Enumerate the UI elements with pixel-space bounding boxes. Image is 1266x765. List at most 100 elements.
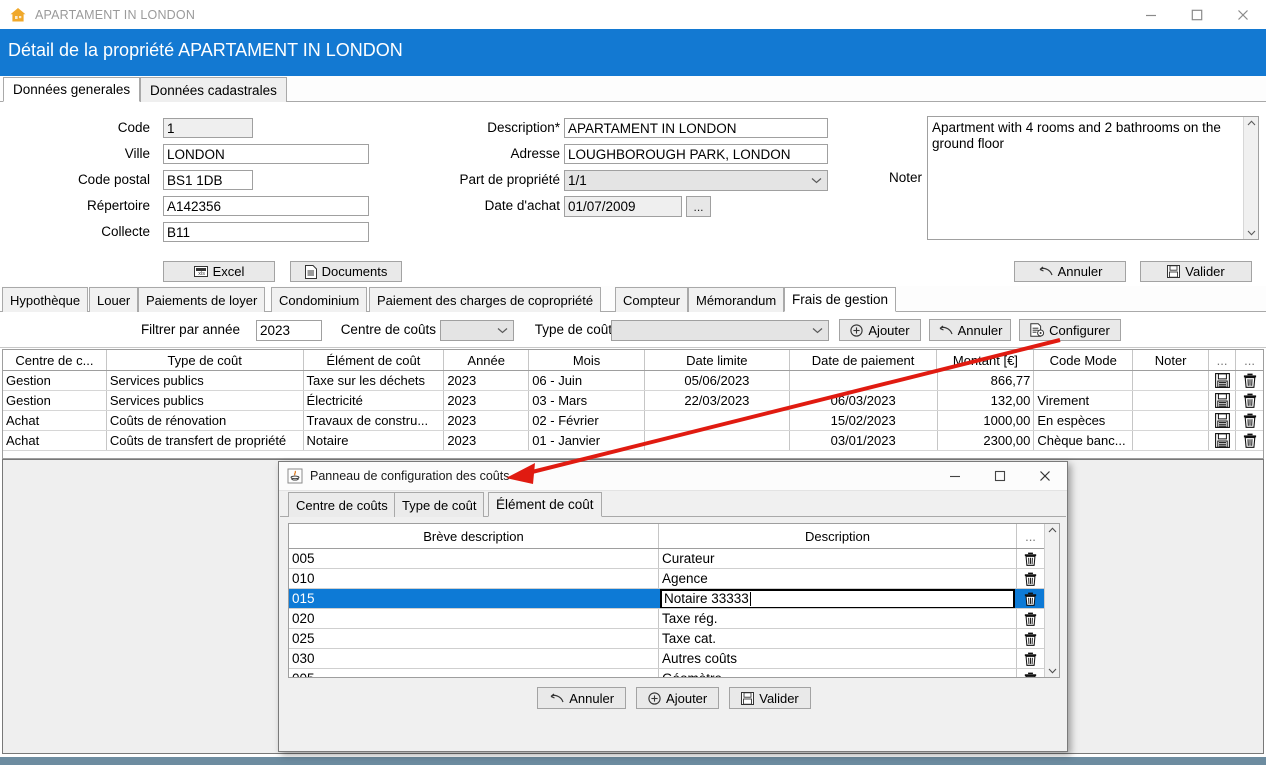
dialog-tab-centre-de-couts[interactable]: Centre de coûts — [288, 492, 396, 517]
col-breve-description[interactable]: Brève description — [289, 524, 659, 548]
tab-frais-de-gestion[interactable]: Frais de gestion — [784, 287, 897, 312]
label-adresse: Adresse — [510, 146, 560, 161]
scroll-down-icon[interactable] — [1048, 666, 1057, 676]
tab-label: Louer — [97, 292, 131, 308]
tab-compteur[interactable]: Compteur — [615, 287, 689, 312]
form-validate-button[interactable]: Valider — [1140, 261, 1252, 282]
dialog-row-delete-button[interactable] — [1017, 669, 1044, 677]
list-item[interactable]: 030 Autres coûts — [289, 649, 1044, 669]
cost-center-combobox[interactable] — [440, 320, 514, 341]
tab-memorandum[interactable]: Mémorandum — [688, 287, 785, 312]
configure-button[interactable]: Configurer — [1019, 319, 1121, 341]
noter-textarea[interactable]: Apartment with 4 rooms and 2 bathrooms o… — [927, 116, 1259, 240]
dialog-row-delete-button[interactable] — [1017, 629, 1044, 648]
row-delete-button[interactable] — [1236, 431, 1263, 450]
dialog-tab-element-de-cout[interactable]: Élément de coût — [488, 492, 602, 517]
maximize-button[interactable] — [1174, 0, 1220, 29]
col-element-de-cout[interactable]: Élément de coût — [303, 350, 445, 370]
col-centre-de-couts[interactable]: Centre de c... — [3, 350, 107, 370]
dialog-validate-button[interactable]: Valider — [729, 687, 811, 709]
code-postal-input[interactable] — [163, 170, 253, 190]
close-button[interactable] — [1220, 0, 1266, 29]
dialog-table-header-row: Brève description Description ... — [289, 524, 1044, 549]
description-input[interactable] — [564, 118, 828, 138]
list-item[interactable]: 020 Taxe rég. — [289, 609, 1044, 629]
dialog-table-scrollbar[interactable] — [1044, 524, 1059, 677]
cell-description: Taxe rég. — [659, 609, 1017, 628]
dialog-row-delete-button[interactable] — [1017, 549, 1044, 568]
code-input[interactable] — [163, 118, 253, 138]
cell-type: Services publics — [107, 391, 304, 410]
table-row[interactable]: Achat Coûts de rénovation Travaux de con… — [3, 411, 1263, 431]
dialog-row-delete-button[interactable] — [1017, 649, 1044, 668]
label-date-achat: Date d'achat — [484, 198, 560, 213]
col-type-de-cout[interactable]: Type de coût — [106, 350, 304, 370]
col-code-mode[interactable]: Code Mode — [1034, 350, 1134, 370]
scroll-down-icon[interactable] — [1247, 228, 1256, 238]
list-item[interactable]: 010 Agence — [289, 569, 1044, 589]
noter-scrollbar[interactable] — [1243, 117, 1258, 239]
form-cancel-button[interactable]: Annuler — [1014, 261, 1126, 282]
dialog-minimize-button[interactable] — [932, 462, 977, 491]
row-save-button[interactable] — [1209, 411, 1237, 430]
tab-condominium[interactable]: Condominium — [271, 287, 368, 312]
management-costs-table[interactable]: Centre de c... Type de coût Élément de c… — [2, 349, 1264, 459]
row-save-button[interactable] — [1209, 371, 1237, 390]
col-date-limite[interactable]: Date limite — [644, 350, 790, 370]
list-item[interactable]: 025 Taxe cat. — [289, 629, 1044, 649]
dialog-close-button[interactable] — [1022, 462, 1067, 491]
filter-cancel-button[interactable]: Annuler — [929, 319, 1011, 341]
col-noter[interactable]: Noter — [1133, 350, 1210, 370]
cost-element-table[interactable]: Brève description Description ... 005 Cu… — [288, 523, 1060, 678]
tab-hypotheque[interactable]: Hypothèque — [2, 287, 89, 312]
dialog-cancel-button[interactable]: Annuler — [537, 687, 627, 709]
collecte-input[interactable] — [163, 222, 369, 242]
row-save-button[interactable] — [1209, 391, 1237, 410]
col-mois[interactable]: Mois — [529, 350, 645, 370]
excel-button[interactable]: xls Excel — [163, 261, 275, 282]
adresse-input[interactable] — [564, 144, 828, 164]
tab-louer[interactable]: Louer — [89, 287, 139, 312]
year-filter-input[interactable] — [256, 320, 322, 341]
scroll-up-icon[interactable] — [1048, 525, 1057, 535]
tab-paiements-de-loyer[interactable]: Paiements de loyer — [138, 287, 266, 312]
repertoire-input[interactable] — [163, 196, 369, 216]
col-description[interactable]: Description — [659, 524, 1017, 548]
col-delete-actions: ... — [1236, 350, 1263, 370]
ville-input[interactable] — [163, 144, 369, 164]
list-item[interactable]: 005 Curateur — [289, 549, 1044, 569]
col-annee[interactable]: Année — [444, 350, 530, 370]
add-row-button[interactable]: Ajouter — [839, 319, 921, 341]
dialog-add-button[interactable]: Ajouter — [636, 687, 720, 709]
row-delete-button[interactable] — [1236, 391, 1263, 410]
table-row[interactable]: Gestion Services publics Électricité 202… — [3, 391, 1263, 411]
tab-paiement-charges-copropriete[interactable]: Paiement des charges de copropriété — [369, 287, 602, 312]
row-save-button[interactable] — [1209, 431, 1237, 450]
table-row[interactable]: Gestion Services publics Taxe sur les dé… — [3, 371, 1263, 391]
cell-date-paiement: 06/03/2023 — [790, 391, 938, 410]
cost-type-combobox[interactable] — [611, 320, 829, 341]
description-edit-input[interactable]: Notaire 33333 — [660, 589, 1015, 608]
row-delete-button[interactable] — [1236, 371, 1263, 390]
list-item[interactable]: 005 Géomètre — [289, 669, 1044, 677]
tab-donnees-generales[interactable]: Données generales — [3, 77, 141, 102]
dialog-tab-type-de-cout[interactable]: Type de coût — [394, 492, 485, 517]
dialog-row-delete-button[interactable] — [1017, 569, 1044, 588]
dialog-row-delete-button[interactable] — [1017, 609, 1044, 628]
date-picker-button[interactable]: ... — [686, 196, 711, 217]
dialog-maximize-button[interactable] — [977, 462, 1022, 491]
part-propriete-combobox[interactable]: 1/1 — [564, 170, 828, 191]
tab-donnees-cadastrales[interactable]: Données cadastrales — [140, 77, 287, 102]
table-row[interactable]: Achat Coûts de transfert de propriété No… — [3, 431, 1263, 451]
col-date-de-paiement[interactable]: Date de paiement — [789, 350, 938, 370]
documents-button[interactable]: Documents — [290, 261, 402, 282]
scroll-up-icon[interactable] — [1247, 118, 1256, 128]
cell-date-limite: 05/06/2023 — [645, 371, 790, 390]
list-item-selected[interactable]: 015 Notaire 33333 — [289, 589, 1044, 609]
date-achat-input[interactable] — [564, 196, 682, 217]
dialog-row-delete-button[interactable] — [1017, 589, 1044, 608]
minimize-button[interactable] — [1128, 0, 1174, 29]
col-montant[interactable]: Montant [€] — [937, 350, 1035, 370]
table-body: Gestion Services publics Taxe sur les dé… — [3, 371, 1263, 451]
row-delete-button[interactable] — [1236, 411, 1263, 430]
